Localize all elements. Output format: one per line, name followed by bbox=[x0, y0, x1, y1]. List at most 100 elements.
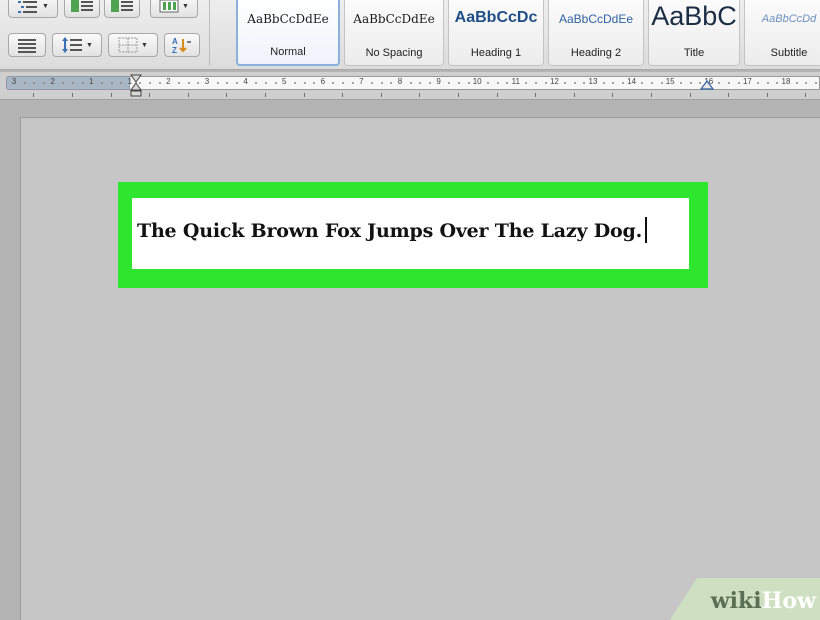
increase-indent-button[interactable] bbox=[104, 0, 140, 18]
ruler-dot bbox=[795, 82, 798, 84]
style-sample: AaBbCcDdEe bbox=[558, 12, 634, 26]
document-text: The Quick Brown Fox Jumps Over The Lazy … bbox=[137, 220, 643, 242]
ruler-dot bbox=[602, 82, 605, 84]
ruler-tick bbox=[187, 93, 189, 97]
ruler-number: 9 bbox=[436, 77, 441, 86]
ruler-tick bbox=[303, 93, 305, 97]
chevron-down-icon: ▼ bbox=[141, 41, 148, 49]
multilevel-list-button[interactable]: ▼ bbox=[8, 0, 58, 18]
style-no-spacing[interactable]: AaBbCcDdEe No Spacing bbox=[344, 0, 444, 66]
style-sample: AaBbC bbox=[651, 1, 737, 31]
ruler-tick bbox=[457, 93, 459, 97]
ruler-dot bbox=[380, 82, 383, 84]
horizontal-ruler[interactable]: 3 2 1 1 2 3 4 5 6 7 8 9 10 11 12 13 14 15 16 17 18 bbox=[0, 72, 820, 100]
borders-icon bbox=[118, 37, 138, 53]
ruler-dot bbox=[689, 82, 692, 84]
style-label: Title bbox=[683, 47, 705, 59]
style-normal[interactable]: AaBbCcDdEe Normal bbox=[236, 0, 340, 66]
ruler-tick bbox=[149, 93, 151, 97]
ruler-dot bbox=[264, 82, 267, 84]
ruler-dot bbox=[293, 82, 296, 84]
ruler-tick bbox=[728, 93, 730, 97]
toolbar-separator bbox=[209, 0, 210, 66]
ruler-dot bbox=[303, 82, 306, 84]
ruler-number: 4 bbox=[243, 77, 248, 86]
ruler-dot bbox=[766, 82, 769, 84]
chevron-down-icon: ▼ bbox=[86, 41, 93, 49]
chevron-down-icon: ▼ bbox=[42, 2, 49, 10]
ruler-dot bbox=[457, 82, 460, 84]
line-spacing-icon bbox=[62, 37, 83, 53]
ribbon-toolbar: ▼ ▼ ▼ ▼ A Z AaBbCcDdEe Normal AaBbCcDdEe… bbox=[0, 0, 820, 70]
columns-icon bbox=[159, 0, 179, 13]
ruler-number: 6 bbox=[320, 77, 326, 86]
line-spacing-button[interactable]: ▼ bbox=[52, 33, 102, 57]
ruler-dot bbox=[274, 82, 277, 84]
borders-button[interactable]: ▼ bbox=[108, 33, 158, 57]
ruler-dot bbox=[660, 82, 663, 84]
ruler-number: 8 bbox=[397, 77, 403, 86]
ruler-dot bbox=[81, 82, 84, 84]
ruler-number: 2 bbox=[50, 77, 55, 86]
sort-button[interactable]: A Z bbox=[164, 33, 200, 57]
document-area bbox=[0, 101, 820, 620]
ruler-tick bbox=[419, 93, 421, 97]
style-label: Heading 2 bbox=[570, 47, 622, 59]
ruler-number: 12 bbox=[549, 77, 559, 86]
ruler-tick bbox=[496, 93, 498, 97]
justify-icon bbox=[18, 39, 36, 53]
ruler-dot bbox=[544, 82, 547, 84]
ruler-tick bbox=[71, 93, 73, 97]
text-line-box[interactable]: The Quick Brown Fox Jumps Over The Lazy … bbox=[132, 198, 689, 269]
right-indent-marker-icon[interactable] bbox=[700, 80, 714, 92]
style-sample: AaBbCcDdEe bbox=[247, 12, 329, 26]
ruler-number: 3 bbox=[204, 77, 210, 86]
ruler-number: 15 bbox=[665, 77, 675, 86]
ruler-number: 5 bbox=[281, 77, 287, 86]
ruler-dot bbox=[42, 82, 45, 84]
style-sample: AaBbCcDc bbox=[454, 9, 538, 26]
ruler-tick bbox=[766, 93, 768, 97]
ruler-number: 3 bbox=[11, 77, 17, 86]
ruler-dot bbox=[351, 82, 354, 84]
ruler-dot bbox=[235, 82, 238, 84]
ruler-number: 7 bbox=[359, 77, 364, 86]
ruler-tick bbox=[573, 93, 575, 97]
ruler-number: 13 bbox=[588, 77, 598, 86]
watermark-logo: wikiHow bbox=[710, 588, 816, 614]
ruler-dot bbox=[737, 82, 740, 84]
ruler-dot bbox=[486, 82, 489, 84]
ruler-dot bbox=[467, 82, 470, 84]
ruler-tick bbox=[650, 93, 652, 97]
ruler-dot bbox=[216, 82, 219, 84]
style-label: Normal bbox=[270, 46, 306, 58]
ruler-dot bbox=[650, 82, 653, 84]
ruler-number: 17 bbox=[742, 77, 752, 86]
indent-marker-icon[interactable] bbox=[129, 74, 143, 104]
text-cursor bbox=[645, 217, 648, 243]
ruler-tick bbox=[342, 93, 344, 97]
increase-indent-icon bbox=[111, 0, 133, 12]
decrease-indent-icon bbox=[71, 0, 93, 12]
decrease-indent-button[interactable] bbox=[64, 0, 100, 18]
svg-text:Z: Z bbox=[172, 46, 177, 54]
svg-text:A: A bbox=[172, 37, 178, 46]
ruler-dot bbox=[23, 82, 26, 84]
columns-button[interactable]: ▼ bbox=[150, 0, 198, 18]
style-subtitle[interactable]: AaBbCcDd Subtitle bbox=[744, 0, 820, 66]
ruler-dot bbox=[100, 82, 103, 84]
justify-button[interactable] bbox=[8, 33, 46, 57]
document-text-line[interactable]: The Quick Brown Fox Jumps Over The Lazy … bbox=[137, 217, 648, 243]
ruler-dot bbox=[679, 82, 682, 84]
ruler-dot bbox=[428, 82, 431, 84]
style-sample: AaBbCcDdEe bbox=[353, 12, 435, 26]
ruler-tick bbox=[535, 93, 537, 97]
ruler-dot bbox=[814, 82, 817, 84]
multilevel-list-icon bbox=[18, 1, 38, 13]
style-title[interactable]: AaBbC Title bbox=[648, 0, 740, 66]
ruler-number: 14 bbox=[627, 77, 637, 86]
style-heading-2[interactable]: AaBbCcDdEe Heading 2 bbox=[548, 0, 644, 66]
style-heading-1[interactable]: AaBbCcDc Heading 1 bbox=[448, 0, 544, 66]
ruler-dot bbox=[71, 82, 74, 84]
style-label: Heading 1 bbox=[470, 47, 522, 59]
